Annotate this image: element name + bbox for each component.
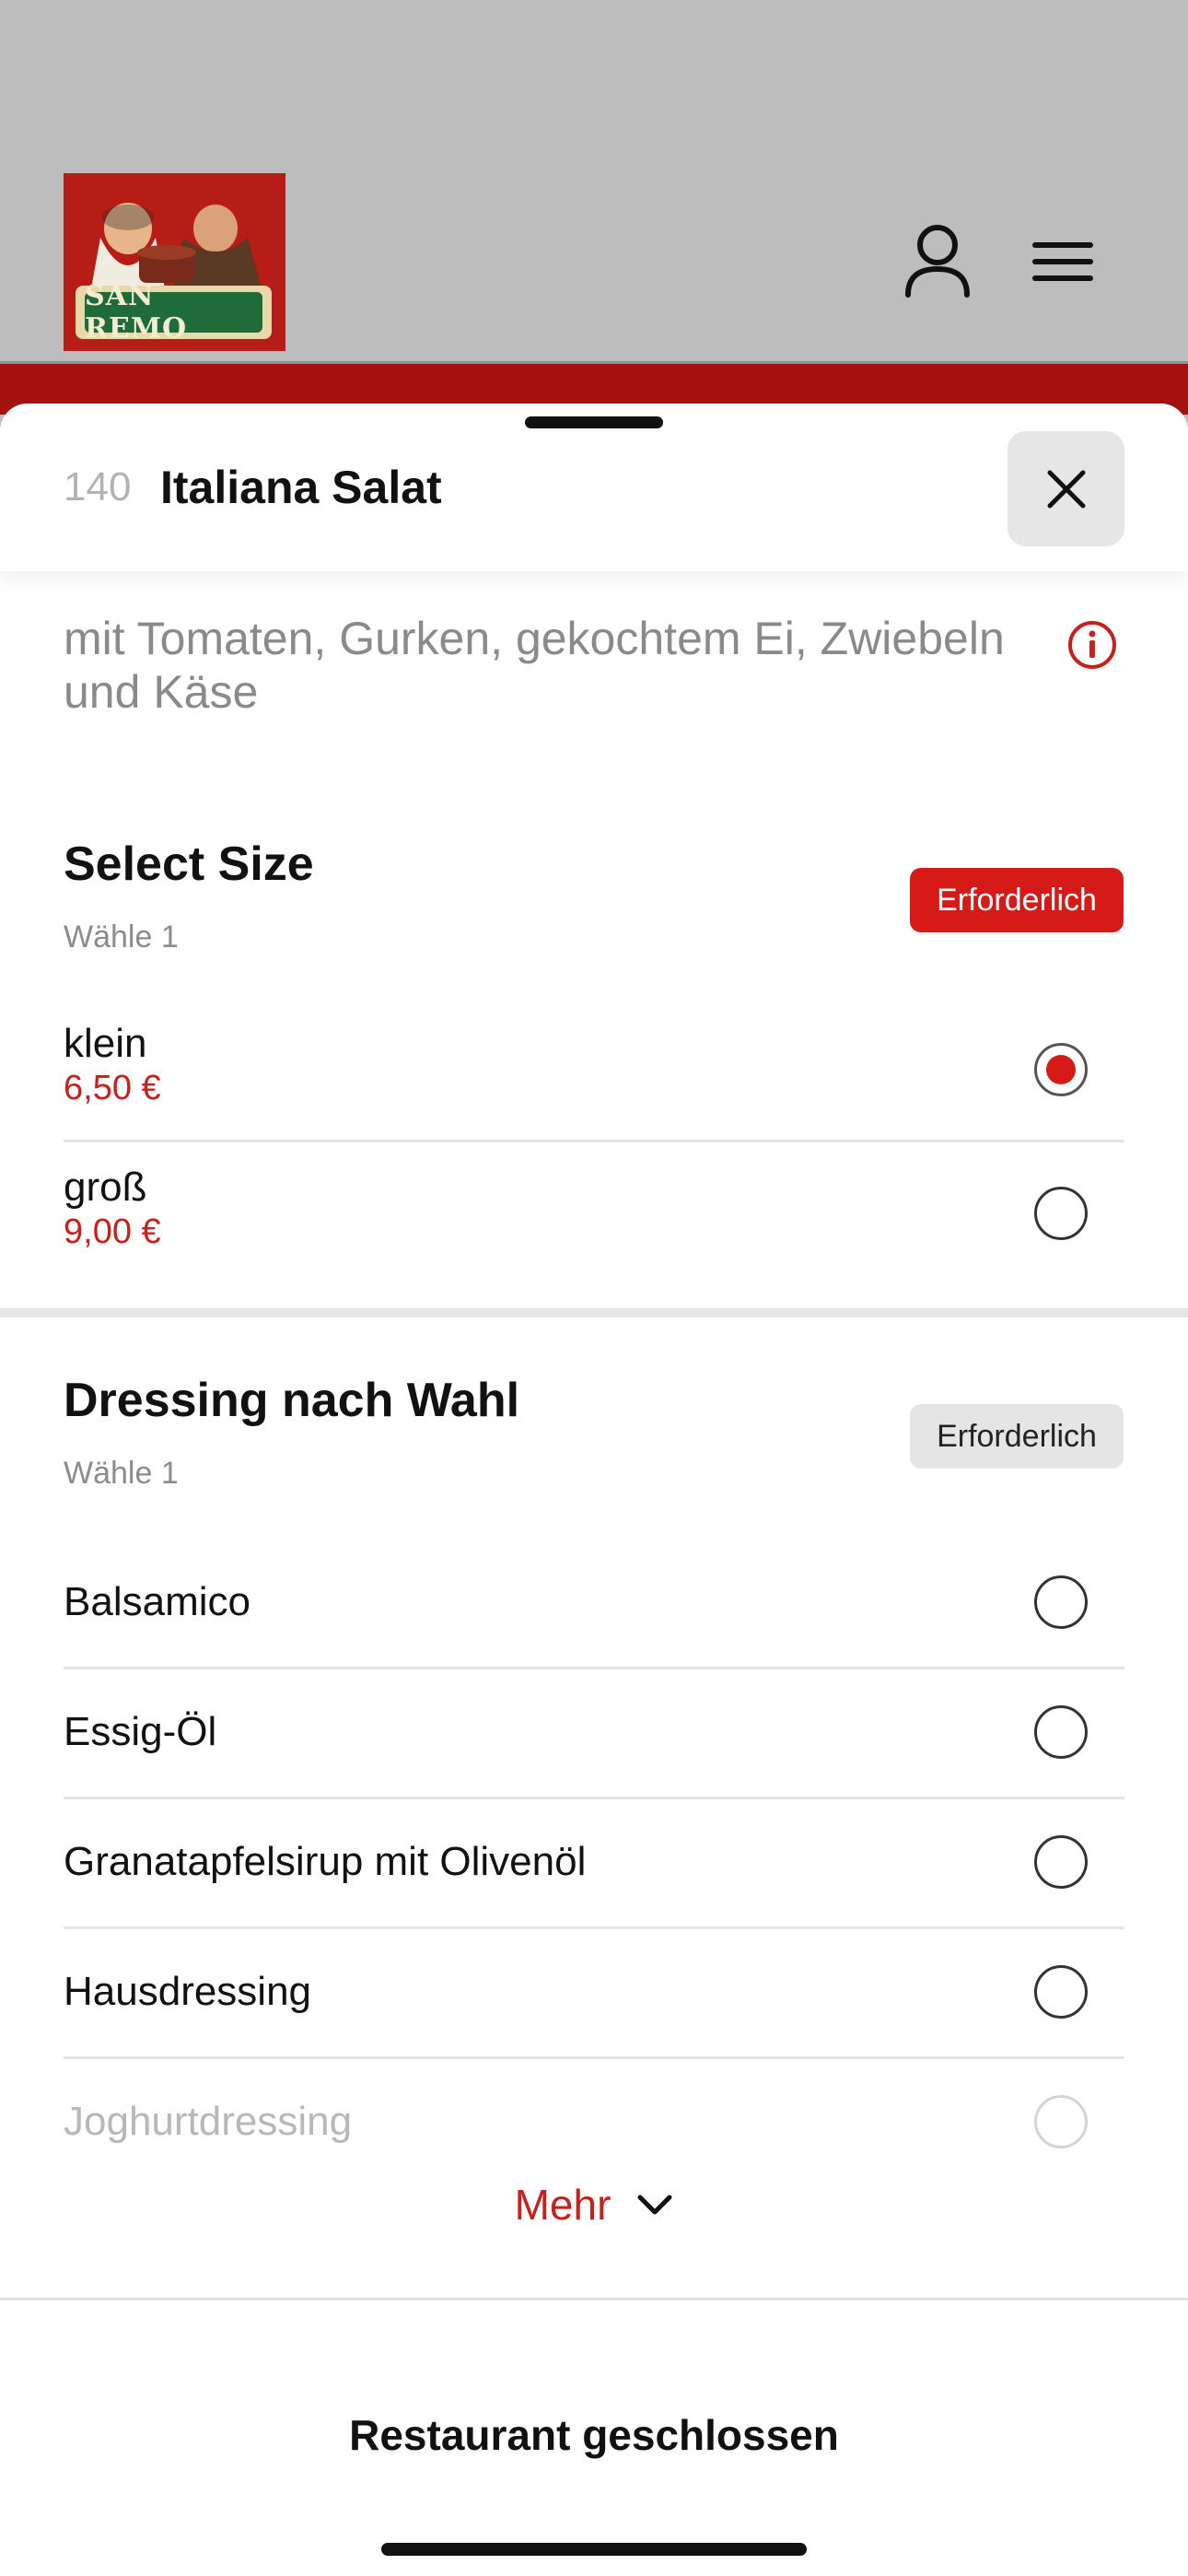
radio-unselected[interactable]: [1034, 1965, 1088, 2019]
logo-text: SAN REMO: [85, 280, 262, 345]
info-icon[interactable]: [1066, 619, 1118, 671]
item-number: 140: [64, 464, 132, 509]
dressing-option-granatapfelsirup[interactable]: Granatapfelsirup mit Olivenöl: [64, 1798, 1124, 1929]
option-label: groß: [64, 1165, 147, 1210]
option-label: klein: [64, 1021, 147, 1066]
option-price: 9,00 €: [64, 1212, 161, 1251]
footer-divider: [0, 2298, 1188, 2301]
option-label: Essig-Öl: [64, 1709, 217, 1754]
option-label: Balsamico: [64, 1579, 250, 1624]
dressing-section-title: Dressing nach Wahl: [64, 1374, 520, 1427]
radio-unselected[interactable]: [1034, 1705, 1088, 1759]
dressing-required-badge: Erforderlich: [910, 1404, 1124, 1469]
dressing-section-subtitle: Wähle 1: [64, 1456, 179, 1491]
size-section-subtitle: Wähle 1: [64, 919, 179, 954]
more-label: Mehr: [514, 2181, 611, 2229]
option-label: Hausdressing: [64, 1969, 312, 2014]
size-required-badge: Erforderlich: [910, 868, 1124, 932]
radio-unselected[interactable]: [1034, 2095, 1088, 2149]
size-option-gross[interactable]: groß 9,00 €: [64, 1165, 1124, 1284]
logo-sign: SAN REMO: [76, 280, 272, 345]
radio-unselected[interactable]: [1034, 1835, 1088, 1889]
option-label: Joghurtdressing: [64, 2099, 353, 2144]
item-description: mit Tomaten, Gurken, gekochtem Ei, Zwieb…: [64, 613, 1005, 718]
close-icon: [1047, 470, 1085, 508]
option-price: 6,50 €: [64, 1069, 161, 1107]
item-detail-sheet: 140 Italiana Salat mit Tomaten, Gurken, …: [0, 404, 1188, 2576]
sheet-title-row: 140 Italiana Salat: [0, 404, 1188, 571]
restaurant-status: Restaurant geschlossen: [349, 2411, 839, 2459]
radio-unselected[interactable]: [1034, 1575, 1088, 1629]
size-option-klein[interactable]: klein 6,50 €: [64, 1021, 1124, 1142]
dressing-option-balsamico[interactable]: Balsamico: [64, 1539, 1124, 1669]
dressing-option-joghurtdressing[interactable]: Joghurtdressing: [64, 2058, 1124, 2169]
radio-selected[interactable]: [1034, 1043, 1088, 1096]
home-indicator: [381, 2543, 807, 2556]
user-icon[interactable]: [901, 221, 974, 300]
menu-icon[interactable]: [1026, 221, 1100, 300]
restaurant-logo[interactable]: SAN REMO: [64, 173, 285, 351]
dressing-option-essig-oel[interactable]: Essig-Öl: [64, 1669, 1124, 1799]
option-label: Granatapfelsirup mit Olivenöl: [64, 1839, 587, 1884]
dressing-option-hausdressing[interactable]: Hausdressing: [64, 1928, 1124, 2059]
app-header: SAN REMO: [0, 0, 1188, 361]
section-divider: [0, 1308, 1188, 1317]
option-divider: [64, 1140, 1124, 1142]
close-button[interactable]: [1007, 431, 1124, 546]
radio-unselected[interactable]: [1034, 1187, 1088, 1240]
item-title: Italiana Salat: [160, 462, 442, 513]
chevron-down-icon: [637, 2195, 672, 2215]
show-more-button[interactable]: Mehr: [0, 2172, 1188, 2237]
size-section-title: Select Size: [64, 837, 314, 891]
sheet-grabber[interactable]: [525, 416, 663, 428]
